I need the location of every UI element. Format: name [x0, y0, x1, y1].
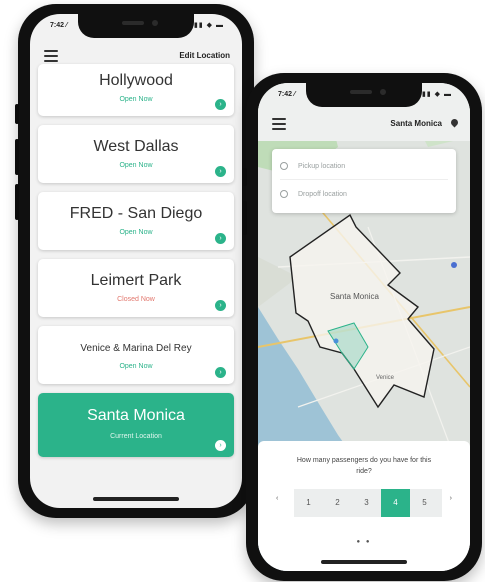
menu-icon[interactable]: [272, 118, 286, 130]
status-icons: ▮▮ ◆ ▬: [422, 91, 452, 98]
notch: [78, 14, 194, 38]
status-time: 7:42 ⁄: [50, 22, 68, 29]
dropoff-input[interactable]: Dropoff location: [280, 183, 448, 207]
passenger-selector: 1 2 3 4 5: [294, 489, 442, 517]
phone-volume-down: [15, 184, 19, 220]
home-indicator[interactable]: [321, 560, 407, 564]
location-name: Santa Monica: [87, 407, 185, 424]
pickup-input[interactable]: Pickup location: [280, 155, 448, 180]
location-card-venice-marina[interactable]: Venice & Marina Del Rey Open Now ›: [38, 326, 234, 384]
map-label-venice: Venice: [376, 375, 395, 381]
location-pin-icon[interactable]: [449, 117, 460, 128]
top-bar: Santa Monica: [258, 107, 470, 141]
map-label-santa-monica: Santa Monica: [330, 292, 379, 301]
phone-left: 7:42 ⁄ ▮▮ ◆ ▬ Edit Location Hollywood Op…: [15, 4, 257, 518]
chevron-right-icon: ›: [215, 99, 226, 110]
passenger-panel: How many passengers do you have for this…: [258, 441, 470, 571]
chevron-right-icon: ›: [215, 300, 226, 311]
notch: [306, 83, 422, 107]
phone-silent-switch: [15, 104, 19, 124]
location-status: Closed Now: [117, 296, 155, 303]
screen-right: 7:42 ⁄ ▮▮ ◆ ▬ Santa Monica Venice Santa …: [258, 83, 470, 571]
phone-right: 7:42 ⁄ ▮▮ ◆ ▬ Santa Monica Venice Santa …: [243, 73, 482, 581]
home-indicator[interactable]: [93, 497, 179, 501]
chevron-right-icon: ›: [215, 233, 226, 244]
location-card-hollywood[interactable]: Hollywood Open Now ›: [38, 64, 234, 116]
next-arrow-icon[interactable]: ›: [450, 495, 452, 502]
menu-icon[interactable]: [44, 50, 58, 62]
location-status: Open Now: [119, 229, 153, 236]
location-card-west-dallas[interactable]: West Dallas Open Now ›: [38, 125, 234, 183]
status-icons: ▮▮ ◆ ▬: [194, 22, 224, 29]
passenger-question: How many passengers do you have for this…: [296, 457, 432, 475]
location-card-leimert-park[interactable]: Leimert Park Closed Now ›: [38, 259, 234, 317]
passenger-option-3[interactable]: 3: [352, 489, 381, 517]
edit-location-link[interactable]: Edit Location: [179, 51, 230, 60]
phone-silent-switch: [243, 168, 247, 186]
location-name: Venice & Marina Del Rey: [80, 343, 192, 354]
location-card-santa-monica[interactable]: Santa Monica Current Location ›: [38, 393, 234, 457]
phone-volume-up: [243, 201, 247, 235]
route-search-card: Pickup location Dropoff location: [272, 149, 456, 213]
location-status: Open Now: [119, 363, 153, 370]
location-status: Current Location: [110, 433, 162, 440]
status-time: 7:42 ⁄: [278, 91, 296, 98]
screen-left: 7:42 ⁄ ▮▮ ◆ ▬ Edit Location Hollywood Op…: [30, 14, 242, 508]
page-indicator: ● ●: [356, 539, 372, 545]
prev-arrow-icon[interactable]: ‹: [276, 495, 278, 502]
location-title: Santa Monica: [390, 119, 442, 128]
location-card-fred-san-diego[interactable]: FRED - San Diego Open Now ›: [38, 192, 234, 250]
location-name: Leimert Park: [90, 272, 182, 289]
location-name: West Dallas: [93, 138, 179, 155]
passenger-option-4[interactable]: 4: [381, 489, 410, 517]
location-name: Hollywood: [99, 72, 173, 89]
location-status: Open Now: [119, 162, 153, 169]
chevron-right-icon: ›: [215, 367, 226, 378]
location-list: Hollywood Open Now › West Dallas Open No…: [38, 64, 234, 466]
passenger-option-1[interactable]: 1: [294, 489, 323, 517]
pickup-dot-icon: [280, 162, 288, 171]
passenger-option-2[interactable]: 2: [323, 489, 352, 517]
chevron-right-icon: ›: [215, 166, 226, 177]
passenger-option-5[interactable]: 5: [410, 489, 439, 517]
dropoff-dot-icon: [280, 190, 288, 199]
location-status: Open Now: [119, 96, 153, 103]
phone-volume-up: [15, 139, 19, 175]
chevron-right-icon: ›: [215, 440, 226, 451]
location-name: FRED - San Diego: [69, 205, 203, 222]
